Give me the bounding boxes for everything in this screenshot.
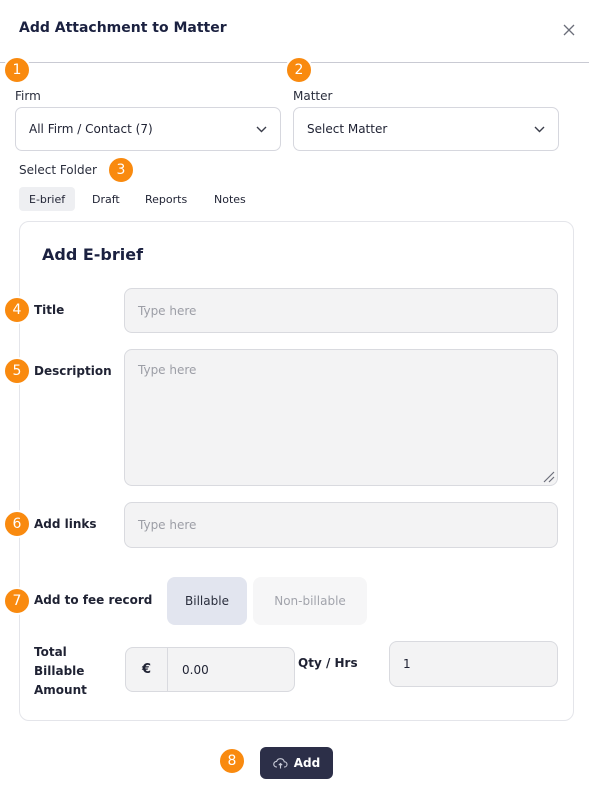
description-label: Description bbox=[34, 364, 112, 378]
chevron-down-icon bbox=[534, 126, 545, 132]
tab-e-brief[interactable]: E-brief bbox=[19, 187, 76, 211]
tab-reports[interactable]: Reports bbox=[135, 187, 197, 211]
links-label: Add links bbox=[34, 517, 97, 531]
total-billable-amount-label: Total Billable Amount bbox=[34, 645, 87, 697]
tab-notes[interactable]: Notes bbox=[204, 187, 256, 211]
step-badge-5: 5 bbox=[3, 357, 31, 385]
add-button-label: Add bbox=[293, 756, 321, 770]
amount-value: 0.00 bbox=[182, 662, 209, 677]
close-button[interactable] bbox=[559, 20, 579, 40]
amount-field[interactable]: € 0.00 bbox=[125, 647, 295, 692]
cloud-upload-icon bbox=[273, 758, 288, 769]
firm-select-value: All Firm / Contact (7) bbox=[29, 122, 153, 136]
description-textarea[interactable]: Type here bbox=[124, 349, 558, 486]
dialog-title: Add Attachment to Matter bbox=[19, 20, 227, 36]
matter-label: Matter bbox=[293, 89, 333, 103]
chevron-down-icon bbox=[256, 126, 267, 132]
description-placeholder: Type here bbox=[138, 363, 197, 377]
currency-symbol: € bbox=[126, 648, 168, 691]
step-badge-6: 6 bbox=[3, 510, 31, 538]
non-billable-toggle[interactable]: Non-billable bbox=[253, 577, 367, 625]
qty-hrs-label: Qty / Hrs bbox=[298, 656, 358, 670]
step-badge-4: 4 bbox=[3, 296, 31, 324]
billable-toggle[interactable]: Billable bbox=[167, 577, 247, 625]
matter-select-value: Select Matter bbox=[307, 122, 388, 136]
step-badge-3: 3 bbox=[107, 156, 135, 184]
form-heading: Add E-brief bbox=[42, 245, 144, 264]
select-folder-label: Select Folder bbox=[19, 163, 97, 177]
add-button[interactable]: Add bbox=[260, 747, 333, 779]
matter-select[interactable]: Select Matter bbox=[293, 107, 559, 151]
qty-hrs-input[interactable]: 1 bbox=[389, 641, 558, 687]
close-icon bbox=[563, 24, 575, 36]
resize-handle-icon[interactable] bbox=[541, 469, 555, 483]
step-badge-1: 1 bbox=[3, 56, 31, 84]
title-label: Title bbox=[34, 303, 65, 317]
tab-draft[interactable]: Draft bbox=[82, 187, 130, 211]
title-input[interactable]: Type here bbox=[124, 288, 558, 333]
step-badge-7: 7 bbox=[3, 587, 31, 615]
fee-record-label: Add to fee record bbox=[34, 593, 153, 607]
step-badge-8: 8 bbox=[218, 747, 246, 775]
step-badge-2: 2 bbox=[285, 56, 313, 84]
links-input[interactable]: Type here bbox=[124, 502, 558, 548]
firm-label: Firm bbox=[15, 89, 41, 103]
firm-select[interactable]: All Firm / Contact (7) bbox=[15, 107, 281, 151]
